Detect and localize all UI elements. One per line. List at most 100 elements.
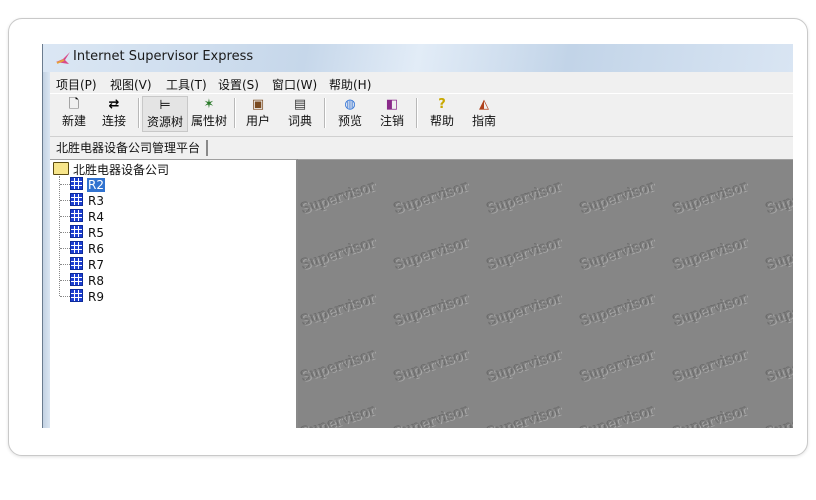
menu-window[interactable]: 窗口(W) [272,76,317,93]
watermark-text: Supervisor [578,290,657,330]
watermark-text: Supervisor [299,290,378,330]
resource-tree-panel: 北胜电器设备公司 R2 R3 R4 R5 R6 R7 R8 R9 [50,159,298,428]
tree-root-label: 北胜电器设备公司 [73,163,170,177]
watermark-text: Supervisor [578,234,657,274]
watermark-text: Supervisor [392,178,471,218]
watermark-text: Supervisor [299,402,378,428]
new-button[interactable]: 🗋 新建 [54,96,94,130]
tree-node-label: R9 [88,290,104,304]
logout-button[interactable]: ◧ 注销 [372,96,412,130]
grid-node-icon [70,241,83,254]
preview-label: 预览 [337,114,362,128]
grid-node-icon [70,177,83,190]
menu-settings[interactable]: 设置(S) [218,76,259,93]
tree-node-r7[interactable]: R7 [60,257,105,272]
guide-button[interactable]: ◭ 指南 [464,96,504,130]
tree-node-r9[interactable]: R9 [60,289,105,304]
toolbar: 🗋 新建 ⇄ 连接 ⊨ 资源树 ✶ 属性树 ▣ 用户 ▤ 词典 ◍ 预览 ◧ 注… [50,93,793,134]
preview-button[interactable]: ◍ 预览 [330,96,370,130]
watermark-text: Supervisor [299,234,378,274]
user-label: 用户 [245,114,270,128]
tree-node-label: R4 [88,210,104,224]
watermark-text: Supervisor [392,234,471,274]
grid-node-icon [70,257,83,270]
tree-node-r4[interactable]: R4 [60,209,105,224]
dictionary-label: 词典 [287,114,312,128]
connect-button[interactable]: ⇄ 连接 [94,96,134,130]
resource-tree-button[interactable]: ⊨ 资源树 [142,96,188,132]
watermark-text: Supervisor [299,178,378,218]
watermark-text: Supervisor [764,178,793,218]
guide-label: 指南 [471,114,496,128]
help-icon: ? [438,97,446,112]
app-icon [56,52,70,64]
grid-node-icon [70,225,83,238]
watermark-text: Supervisor [485,178,564,218]
menu-help[interactable]: 帮助(H) [329,76,371,93]
user-icon: ▣ [251,97,265,112]
watermark-text: Supervisor [485,234,564,274]
connect-icon: ⇄ [108,97,120,112]
grid-node-icon [70,289,83,302]
logout-icon: ◧ [385,97,399,112]
toolbar-separator [324,98,326,128]
tree-root-node[interactable]: 北胜电器设备公司 [53,162,169,177]
title-bar[interactable]: Internet Supervisor Express [43,44,793,72]
tree-node-r6[interactable]: R6 [60,241,105,256]
screenshot-frame: Internet Supervisor Express 项目(P) 视图(V) … [8,18,808,456]
new-label: 新建 [61,114,86,128]
tree-node-label: R7 [88,258,104,272]
guide-icon: ◭ [479,97,489,112]
watermark-text: Supervisor [392,346,471,386]
dictionary-button[interactable]: ▤ 词典 [280,96,320,130]
tree-node-label: R3 [88,194,104,208]
tree-node-label: R5 [88,226,104,240]
help-button[interactable]: ? 帮助 [422,96,462,130]
menu-tools[interactable]: 工具(T) [166,76,207,93]
watermark-text: Supervisor [671,290,750,330]
grid-node-icon [70,193,83,206]
watermark-text: Supervisor [485,346,564,386]
window-left-border [43,44,50,428]
watermark-text: Supervisor [671,234,750,274]
watermark-text: Supervisor [392,402,471,428]
tree-node-r8[interactable]: R8 [60,273,105,288]
folder-open-icon [53,162,69,175]
watermark-text: Supervisor [485,290,564,330]
watermark-text: Supervisor [671,346,750,386]
user-button[interactable]: ▣ 用户 [238,96,278,130]
tree-node-label: R8 [88,274,104,288]
tab-management-platform[interactable]: 北胜电器设备公司管理平台 [54,140,209,156]
resource-tree-label: 资源树 [146,115,183,129]
resource-tree-icon: ⊨ [159,98,171,113]
tree-node-r2[interactable]: R2 [60,177,105,192]
grid-node-icon [70,209,83,222]
property-tree-button[interactable]: ✶ 属性树 [188,96,230,130]
menu-view[interactable]: 视图(V) [110,76,152,93]
watermark-text: Supervisor [764,234,793,274]
tree-node-label: R2 [87,178,105,192]
watermark-text: Supervisor [392,290,471,330]
tree-node-r5[interactable]: R5 [60,225,105,240]
tree-node-r3[interactable]: R3 [60,193,105,208]
tree-node-label: R6 [88,242,104,256]
menu-bar: 项目(P) 视图(V) 工具(T) 设置(S) 窗口(W) 帮助(H) [50,74,793,92]
watermark-text: Supervisor [578,402,657,428]
watermark-text: Supervisor [764,346,793,386]
watermark-text: Supervisor [299,346,378,386]
window-title: Internet Supervisor Express [73,49,254,64]
watermark-text: Supervisor [671,178,750,218]
connect-label: 连接 [101,114,126,128]
watermark-text: Supervisor [578,346,657,386]
workspace-area[interactable]: Supervisor Supervisor Supervisor Supervisor… [298,159,793,428]
watermark-text: Supervisor [578,178,657,218]
property-tree-label: 属性树 [190,114,227,128]
property-tree-icon: ✶ [203,97,215,112]
watermark-text: Supervisor [485,402,564,428]
preview-icon: ◍ [344,97,356,112]
watermark-text: Supervisor [671,402,750,428]
watermark-text: Supervisor [764,290,793,330]
toolbar-separator [416,98,418,128]
menu-project[interactable]: 项目(P) [56,76,97,93]
watermark-text: Supervisor [764,402,793,428]
